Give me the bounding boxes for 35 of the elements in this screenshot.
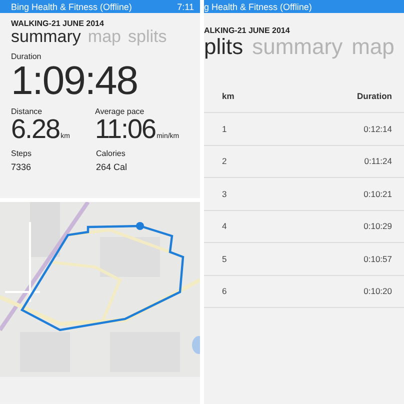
stat-value: 11:06: [95, 116, 156, 143]
table-cell: 4: [222, 221, 227, 232]
table-cell: 0:12:14: [364, 124, 392, 134]
table-cell: 0:10:57: [364, 254, 392, 264]
column-header: km: [222, 91, 234, 102]
pivot-tab[interactable]: map: [88, 28, 121, 46]
column-header: Duration: [357, 91, 392, 102]
pivot-tab[interactable]: summary: [11, 28, 81, 46]
pivot-tab[interactable]: plits: [204, 35, 244, 58]
table-cell: 1: [222, 124, 227, 134]
activity-heading: WALKING-21 JUNE 2014: [10, 18, 105, 28]
pivot-tab[interactable]: map: [352, 35, 394, 58]
table-cell: 5: [222, 254, 227, 264]
table-cell: 6: [222, 286, 227, 296]
table-cell: 3: [222, 188, 227, 199]
pivot-tab[interactable]: summary: [252, 35, 343, 58]
duration-value: 1:09:48: [10, 60, 138, 101]
duration-label: Duration: [10, 52, 42, 61]
stat-value: 6.28: [11, 116, 60, 143]
table-cell: 0:10:21: [364, 188, 392, 199]
stat-label: Steps: [10, 148, 32, 158]
stat-label: Calories: [95, 148, 126, 158]
stat-value: 7336: [10, 162, 32, 172]
table-cell: 0:10:20: [364, 286, 392, 296]
table-cell: 0:11:24: [364, 156, 392, 166]
table-cell: 2: [222, 156, 227, 166]
activity-heading: ALKING-21 JUNE 2014: [204, 25, 291, 35]
clock-time: 7:11: [177, 2, 194, 12]
pivot-tab[interactable]: splits: [128, 28, 167, 46]
table-cell: 0:10:29: [364, 221, 392, 232]
stat-value: 264 Cal: [95, 162, 128, 172]
app-title: Bing Health & Fitness (Offline): [11, 2, 132, 12]
app-title: g Health & Fitness (Offline): [204, 2, 312, 12]
stat-label: Average pace: [94, 106, 146, 116]
stat-label: Distance: [10, 106, 44, 116]
